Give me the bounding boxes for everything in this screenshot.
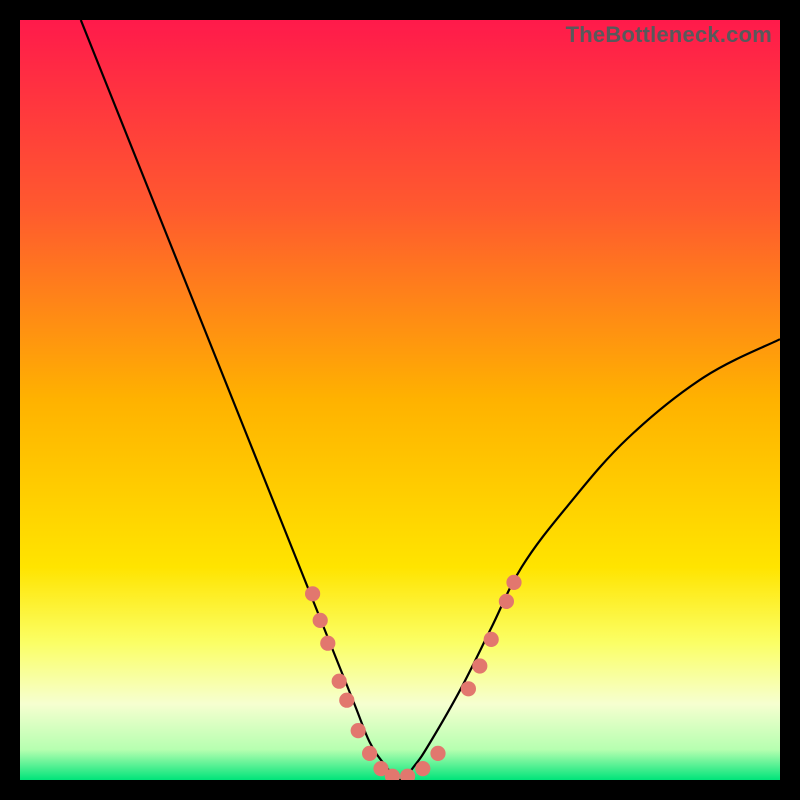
- highlight-point: [430, 746, 445, 761]
- chart-background: [20, 20, 780, 780]
- highlight-point: [332, 674, 347, 689]
- highlight-point: [362, 746, 377, 761]
- highlight-point: [305, 586, 320, 601]
- highlight-point: [506, 575, 521, 590]
- highlight-point: [313, 613, 328, 628]
- watermark-text: TheBottleneck.com: [566, 22, 772, 48]
- highlight-point: [339, 693, 354, 708]
- highlight-point: [415, 761, 430, 776]
- highlight-point: [320, 636, 335, 651]
- highlight-point: [484, 632, 499, 647]
- highlight-point: [499, 594, 514, 609]
- highlight-point: [351, 723, 366, 738]
- highlight-point: [472, 658, 487, 673]
- chart-frame: TheBottleneck.com: [20, 20, 780, 780]
- bottleneck-chart: [20, 20, 780, 780]
- highlight-point: [461, 681, 476, 696]
